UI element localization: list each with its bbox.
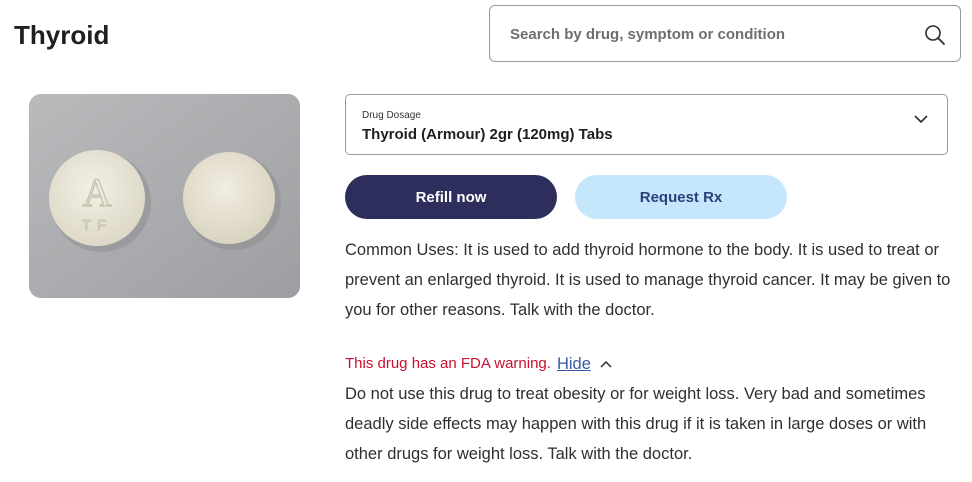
search-icon[interactable]	[924, 24, 946, 46]
pill-image: A TF	[29, 94, 300, 298]
common-uses-text: Common Uses: It is used to add thyroid h…	[345, 241, 951, 319]
search-input[interactable]	[508, 6, 912, 63]
hide-warning-link[interactable]: Hide	[557, 353, 591, 375]
fda-warning-detail: Do not use this drug to treat obesity or…	[345, 385, 927, 463]
fda-warning-text: This drug has an FDA warning.	[345, 355, 551, 372]
page-title: Thyroid	[14, 20, 110, 50]
dosage-value: Thyroid (Armour) 2gr (120mg) Tabs	[362, 126, 613, 143]
fda-warning-row: This drug has an FDA warning. Hide	[345, 353, 613, 375]
chevron-up-icon[interactable]	[599, 357, 613, 371]
chevron-down-icon	[914, 115, 928, 124]
pill-imprint-bottom: TF	[82, 217, 112, 234]
dosage-label: Drug Dosage	[362, 110, 421, 121]
dosage-select[interactable]: Drug Dosage Thyroid (Armour) 2gr (120mg)…	[345, 94, 948, 155]
pill-imprint-top: A	[83, 170, 112, 215]
search-box[interactable]	[489, 5, 961, 63]
request-rx-button[interactable]: Request Rx	[575, 175, 787, 219]
refill-now-button[interactable]: Refill now	[345, 175, 557, 219]
